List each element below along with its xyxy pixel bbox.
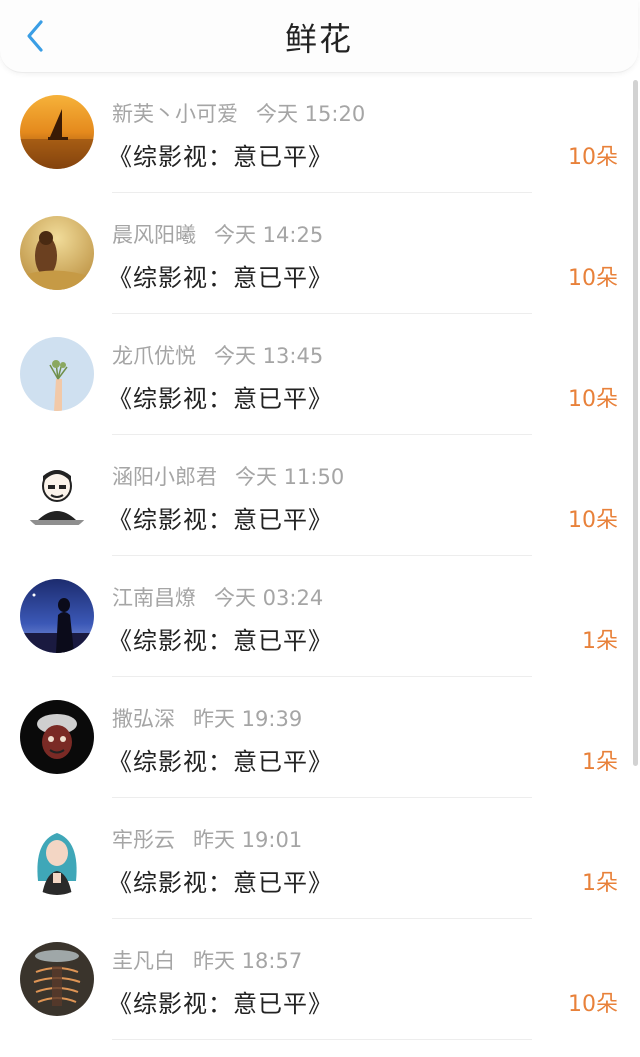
avatar[interactable] (20, 216, 94, 290)
scrollbar[interactable] (633, 80, 638, 766)
avatar[interactable] (20, 942, 94, 1016)
list-item[interactable]: 江南昌燎 今天 03:24 《综影视：意已平》 1朵 (0, 556, 634, 677)
flower-amount: 1朵 (582, 750, 618, 775)
list-item[interactable]: 牢彤云 昨天 19:01 《综影视：意已平》 1朵 (0, 798, 634, 919)
item-meta: 圭凡白 昨天 18:57 (112, 945, 302, 975)
list-item[interactable]: 晨风阳曦 今天 14:25 《综影视：意已平》 10朵 (0, 193, 634, 314)
user-name[interactable]: 撒弘深 (112, 707, 175, 731)
timestamp: 昨天 18:57 (193, 949, 303, 973)
work-title[interactable]: 《综影视：意已平》 (108, 621, 333, 656)
flower-amount: 10朵 (568, 992, 618, 1017)
work-title[interactable]: 《综影视：意已平》 (108, 742, 333, 777)
item-meta: 新芙丶小可爱 今天 15:20 (112, 98, 365, 128)
divider (112, 1039, 532, 1040)
item-meta: 晨风阳曦 今天 14:25 (112, 219, 323, 249)
sunset-sailboat-avatar-icon (20, 95, 94, 169)
flower-amount: 1朵 (582, 871, 618, 896)
timestamp: 今天 03:24 (214, 586, 324, 610)
timestamp: 今天 11:50 (235, 465, 345, 489)
work-title[interactable]: 《综影视：意已平》 (108, 258, 333, 293)
timestamp: 今天 13:45 (214, 344, 324, 368)
flower-list: 新芙丶小可爱 今天 15:20 《综影视：意已平》 10朵 晨风阳曦 今天 14:2… (0, 72, 634, 1040)
flower-amount: 10朵 (568, 266, 618, 291)
avatar[interactable] (20, 579, 94, 653)
avatar[interactable] (20, 458, 94, 532)
work-title[interactable]: 《综影视：意已平》 (108, 137, 333, 172)
list-item[interactable]: 新芙丶小可爱 今天 15:20 《综影视：意已平》 10朵 (0, 72, 634, 193)
list-item[interactable]: 龙爪优悦 今天 13:45 《综影视：意已平》 10朵 (0, 314, 634, 435)
anime-girl-blue-hair-avatar-icon (20, 821, 94, 895)
girl-in-wheat-field-avatar-icon (20, 216, 94, 290)
hand-holding-plant-avatar-icon (20, 337, 94, 411)
nav-bar: 鲜花 (0, 0, 638, 73)
user-name[interactable]: 晨风阳曦 (112, 223, 196, 247)
user-name[interactable]: 龙爪优悦 (112, 344, 196, 368)
item-meta: 牢彤云 昨天 19:01 (112, 824, 302, 854)
list-item[interactable]: 圭凡白 昨天 18:57 《综影视：意已平》 10朵 (0, 919, 634, 1040)
avatar[interactable] (20, 700, 94, 774)
user-name[interactable]: 新芙丶小可爱 (112, 102, 238, 126)
avatar[interactable] (20, 821, 94, 895)
masked-face-dark-avatar-icon (20, 700, 94, 774)
flower-amount: 10朵 (568, 508, 618, 533)
flower-amount: 10朵 (568, 145, 618, 170)
list-item[interactable]: 撒弘深 昨天 19:39 《综影视：意已平》 1朵 (0, 677, 634, 798)
silhouette-night-avatar-icon (20, 579, 94, 653)
user-name[interactable]: 江南昌燎 (112, 586, 196, 610)
item-meta: 撒弘深 昨天 19:39 (112, 703, 302, 733)
timestamp: 今天 14:25 (214, 223, 324, 247)
work-title[interactable]: 《综影视：意已平》 (108, 863, 333, 898)
work-title[interactable]: 《综影视：意已平》 (108, 379, 333, 414)
item-meta: 龙爪优悦 今天 13:45 (112, 340, 323, 370)
user-name[interactable]: 牢彤云 (112, 828, 175, 852)
work-title[interactable]: 《综影视：意已平》 (108, 500, 333, 535)
timestamp: 昨天 19:01 (193, 828, 303, 852)
timestamp: 今天 15:20 (256, 102, 366, 126)
light-painting-avatar-icon (20, 942, 94, 1016)
list-item[interactable]: 涵阳小郎君 今天 11:50 《综影视：意已平》 10朵 (0, 435, 634, 556)
item-meta: 江南昌燎 今天 03:24 (112, 582, 323, 612)
timestamp: 昨天 19:39 (193, 707, 303, 731)
avatar[interactable] (20, 337, 94, 411)
item-meta: 涵阳小郎君 今天 11:50 (112, 461, 344, 491)
cartoon-man-avatar-icon (20, 458, 94, 532)
work-title[interactable]: 《综影视：意已平》 (108, 984, 333, 1019)
flower-amount: 1朵 (582, 629, 618, 654)
flower-amount: 10朵 (568, 387, 618, 412)
user-name[interactable]: 涵阳小郎君 (112, 465, 217, 489)
user-name[interactable]: 圭凡白 (112, 949, 175, 973)
avatar[interactable] (20, 95, 94, 169)
page-title: 鲜花 (284, 20, 353, 58)
